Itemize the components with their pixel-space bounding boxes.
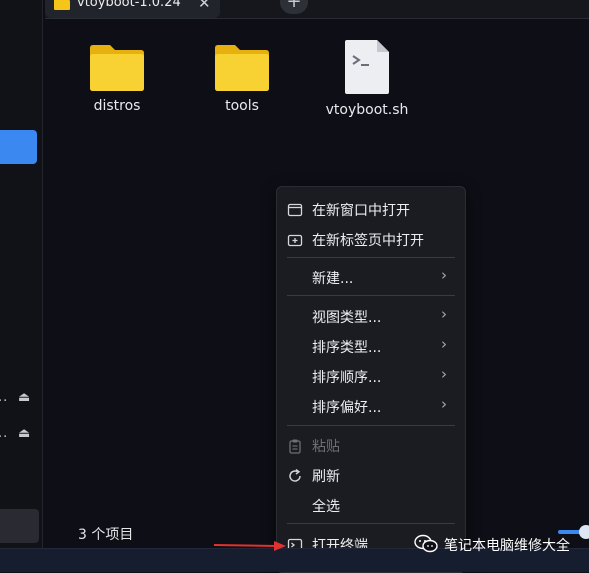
new-window-icon [287, 203, 303, 217]
sidebar-bottom-item[interactable] [0, 509, 39, 543]
folder-icon [54, 0, 70, 10]
file-item-distros[interactable]: distros [67, 44, 167, 114]
sidebar: .. ⏏ .. ⏏ [0, 0, 43, 548]
eject-icon[interactable]: ⏏ [18, 390, 30, 405]
menu-item-view-type[interactable]: 视图类型... › [277, 302, 465, 330]
file-name: distros [93, 98, 141, 114]
annotation-arrow-icon [213, 541, 286, 551]
watermark-text: 笔记本电脑维修大全 [444, 538, 570, 554]
clipboard-icon [289, 439, 301, 454]
script-file-icon [345, 40, 389, 94]
file-name: vtoyboot.sh [325, 102, 409, 118]
chevron-right-icon: › [441, 365, 447, 383]
folder-icon [215, 45, 269, 91]
wechat-icon [414, 534, 438, 553]
new-tab-button[interactable]: + [280, 0, 308, 14]
item-count: 3 个项目 [78, 527, 134, 543]
truncation-dots: .. [0, 390, 9, 405]
menu-item-sort-order[interactable]: 排序顺序... › [277, 362, 465, 390]
menu-item-refresh[interactable]: 刷新 [277, 461, 465, 489]
truncation-dots: .. [0, 426, 9, 441]
tab-vtoyboot[interactable]: vtoyboot-1.0.24 ✕ [45, 0, 220, 18]
menu-item-select-all[interactable]: 全选 [277, 491, 465, 519]
folder-icon [90, 45, 144, 91]
chevron-right-icon: › [441, 395, 447, 413]
close-icon[interactable]: ✕ [198, 0, 211, 12]
context-menu: 在新窗口中打开 在新标签页中打开 新建... › 视图类型... › 排序类型.… [276, 186, 466, 573]
chevron-right-icon: › [441, 266, 447, 284]
menu-item-paste: 粘贴 [277, 431, 465, 459]
new-tab-icon [287, 234, 303, 247]
menu-item-sort-type[interactable]: 排序类型... › [277, 332, 465, 360]
menu-separator [287, 257, 455, 258]
eject-icon[interactable]: ⏏ [18, 426, 30, 441]
file-name: tools [225, 98, 259, 114]
menu-separator [287, 295, 455, 296]
menu-separator [287, 523, 455, 524]
chevron-right-icon: › [441, 305, 447, 323]
menu-separator [287, 425, 455, 426]
refresh-icon [289, 468, 301, 482]
zoom-slider[interactable] [558, 522, 589, 542]
tab-bar: vtoyboot-1.0.24 ✕ + [45, 0, 589, 18]
file-item-tools[interactable]: tools [192, 44, 292, 114]
tab-title: vtoyboot-1.0.24 [77, 0, 181, 10]
sidebar-selected-item[interactable] [0, 130, 37, 164]
menu-item-open-new-tab[interactable]: 在新标签页中打开 [277, 225, 465, 253]
tab-divider [45, 18, 589, 19]
menu-item-sort-preference[interactable]: 排序偏好... › [277, 392, 465, 420]
watermark: 笔记本电脑维修大全 [414, 534, 570, 558]
file-item-vtoyboot-sh[interactable]: vtoyboot.sh [317, 40, 417, 118]
menu-item-open-new-window[interactable]: 在新窗口中打开 [277, 195, 465, 223]
menu-item-new[interactable]: 新建... › [277, 263, 465, 291]
chevron-right-icon: › [441, 335, 447, 353]
